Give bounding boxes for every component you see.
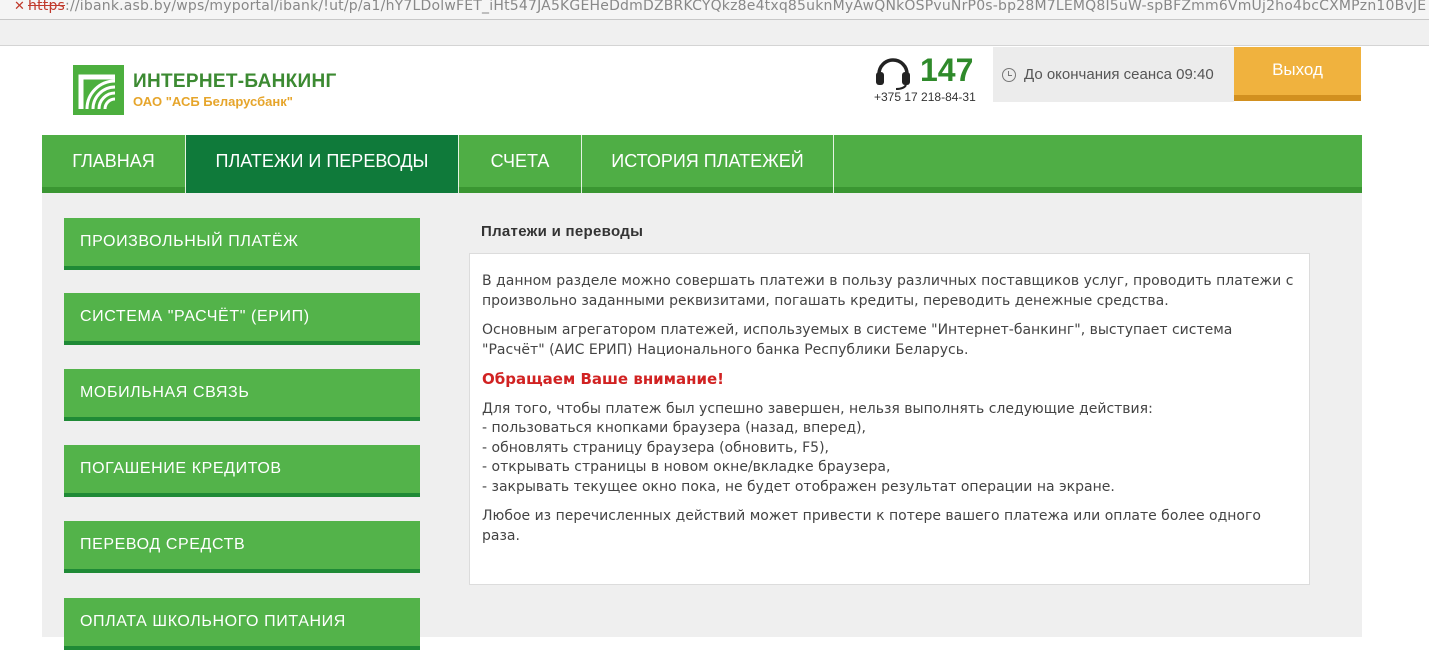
rules-block: Для того, чтобы платеж был успешно завер… — [482, 400, 1295, 498]
clock-icon — [1002, 68, 1016, 82]
rule-item: - обновлять страницу браузера (обновить,… — [482, 439, 829, 456]
info-paragraph: Любое из перечисленных действий может пр… — [482, 508, 1261, 544]
warning-heading: Обращаем Ваше внимание! — [482, 370, 724, 388]
session-timer-text: До окончания сеанса 09:40 — [1024, 66, 1214, 83]
page-title: Платежи и переводы — [481, 223, 644, 240]
info-paragraph: Основным агрегатором платежей, используе… — [482, 322, 1233, 358]
rule-item: - пользоваться кнопками браузера (назад,… — [482, 420, 866, 436]
nav-divider — [833, 135, 834, 193]
rules-intro: Для того, чтобы платеж был успешно завер… — [482, 400, 1153, 417]
sidebar-item-school-meals[interactable]: ОПЛАТА ШКОЛЬНОГО ПИТАНИЯ — [64, 598, 420, 650]
main-nav: ГЛАВНАЯ ПЛАТЕЖИ И ПЕРЕВОДЫ СЧЕТА ИСТОРИЯ… — [42, 135, 1362, 202]
logo-subtitle: ОАО "АСБ Беларусбанк" — [133, 94, 293, 109]
logo-title: ИНТЕРНЕТ-БАНКИНГ — [133, 71, 337, 92]
url-protocol: https — [28, 0, 66, 14]
tab-home[interactable]: ГЛАВНАЯ — [42, 135, 185, 187]
tab-payments[interactable]: ПЛАТЕЖИ И ПЕРЕВОДЫ — [186, 135, 458, 202]
insecure-x-icon: ✕ — [14, 0, 25, 13]
sidebar-item-arbitrary-payment[interactable]: ПРОИЗВОЛЬНЫЙ ПЛАТЁЖ — [64, 218, 420, 270]
sidebar-item-loans[interactable]: ПОГАШЕНИЕ КРЕДИТОВ — [64, 445, 420, 497]
url-text[interactable]: https://ibank.asb.by/wps/myportal/ibank/… — [28, 0, 1428, 14]
headset-icon — [876, 58, 910, 90]
rule-item: - закрывать текущее окно пока, не будет … — [482, 478, 1115, 495]
bank-logo-icon[interactable] — [73, 65, 124, 115]
tab-accounts[interactable]: СЧЕТА — [459, 135, 581, 187]
rule-item: - открывать страницы в новом окне/вкладк… — [482, 459, 891, 475]
phone-full-number: +375 17 218-84-31 — [874, 90, 976, 104]
tab-payment-history[interactable]: ИСТОРИЯ ПЛАТЕЖЕЙ — [582, 135, 833, 187]
browser-toolbar-strip — [0, 20, 1429, 46]
sidebar-item-mobile[interactable]: МОБИЛЬНАЯ СВЯЗЬ — [64, 369, 420, 421]
logout-button[interactable]: Выход — [1234, 47, 1361, 101]
info-paragraph: В данном разделе можно совершать платежи… — [482, 273, 1294, 309]
phone-short-number: 147 — [920, 52, 974, 88]
info-panel: В данном разделе можно совершать платежи… — [469, 253, 1310, 585]
sidebar-item-transfer[interactable]: ПЕРЕВОД СРЕДСТВ — [64, 521, 420, 573]
sidebar-item-erip[interactable]: СИСТЕМА "РАСЧЁТ" (ЕРИП) — [64, 293, 420, 345]
url-path: ://ibank.asb.by/wps/myportal/ibank/!ut/p… — [65, 0, 1427, 14]
address-bar[interactable]: ✕ https://ibank.asb.by/wps/myportal/iban… — [0, 0, 1429, 20]
